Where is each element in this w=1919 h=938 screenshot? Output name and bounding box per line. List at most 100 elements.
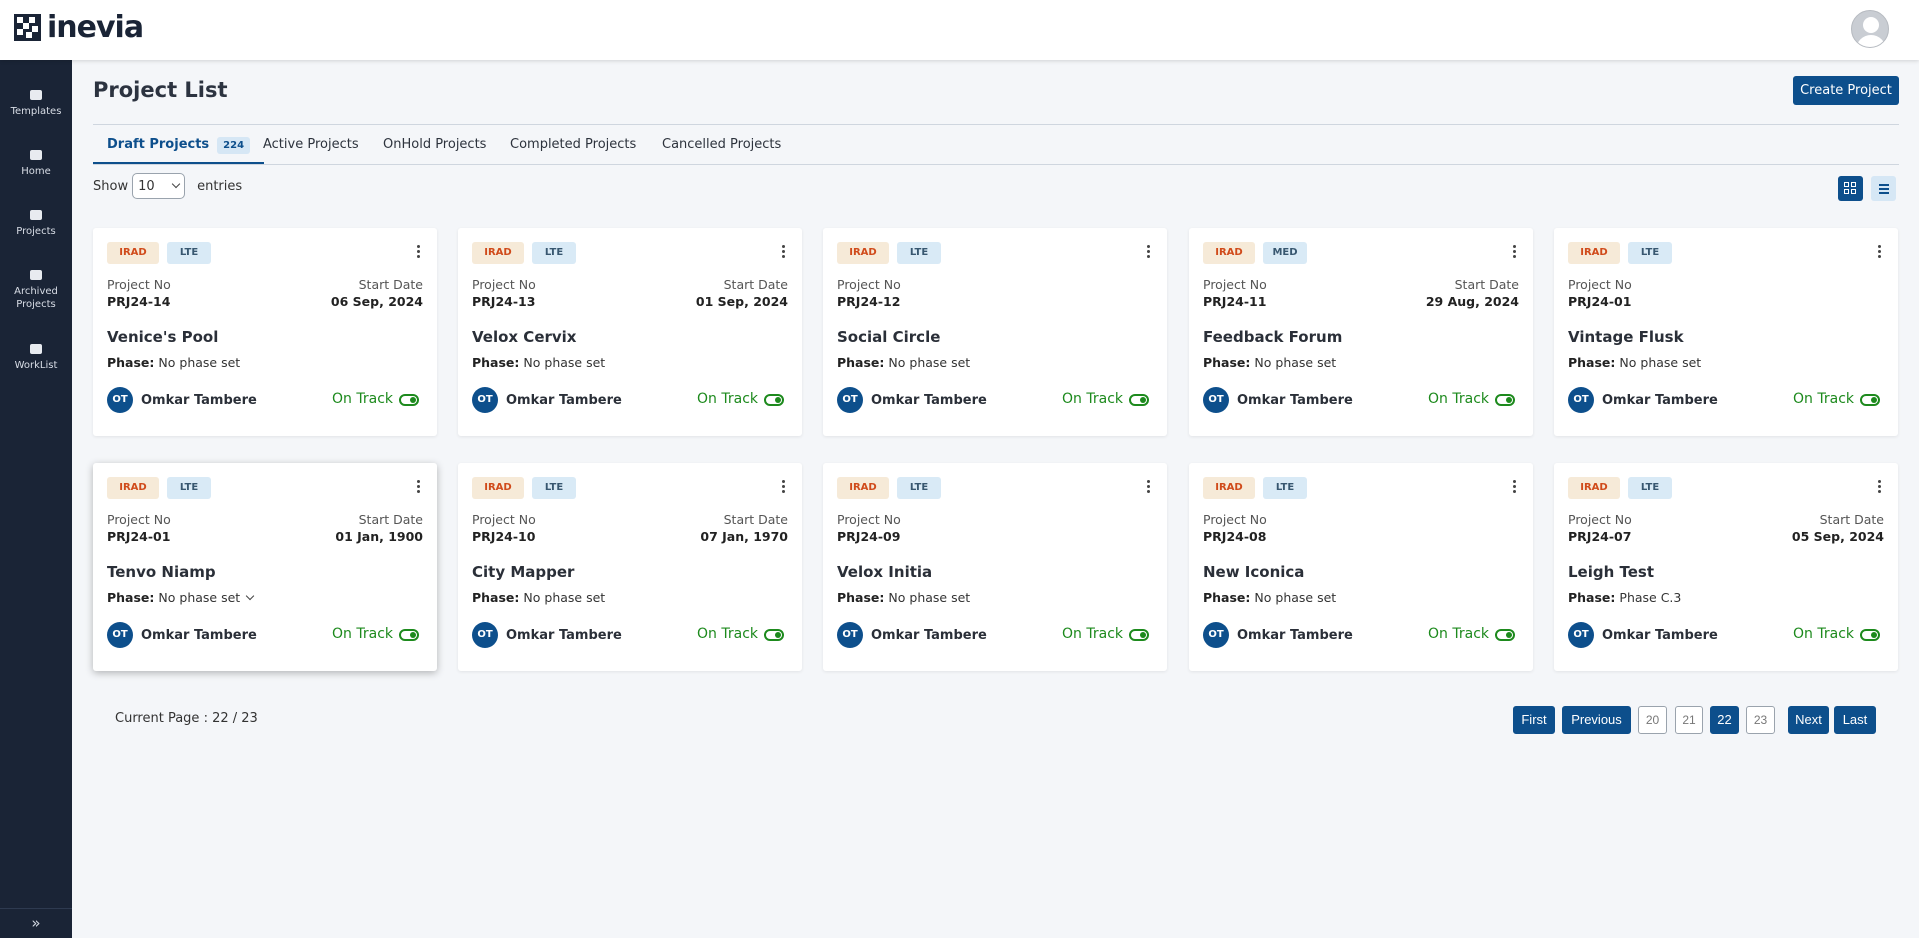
- project-no: PRJ24-14: [107, 294, 171, 309]
- project-card[interactable]: IRAD LTE Project No PRJ24-12 Social Circle Ph…: [823, 228, 1167, 436]
- type-tag: IRAD: [107, 242, 159, 264]
- more-options-icon[interactable]: [1146, 479, 1150, 495]
- brand-logo[interactable]: inevia: [14, 13, 144, 43]
- more-options-icon[interactable]: [1877, 244, 1881, 260]
- phase-label: Phase:: [1568, 590, 1616, 605]
- show-label: Show: [93, 178, 129, 194]
- project-card[interactable]: IRAD LTE Project No Start Date PRJ24-01 01 Ja…: [93, 463, 437, 671]
- project-no-label: Project No: [472, 277, 536, 292]
- project-name[interactable]: New Iconica: [1203, 563, 1304, 581]
- project-name[interactable]: Venice's Pool: [107, 328, 218, 346]
- worklist-icon: [30, 344, 42, 354]
- tab-draft-projects[interactable]: Draft Projects 224: [93, 125, 265, 164]
- status-toggle[interactable]: [399, 394, 419, 406]
- owner-avatar: OT: [837, 622, 863, 648]
- owner-avatar: OT: [837, 387, 863, 413]
- more-options-icon[interactable]: [416, 244, 420, 260]
- entries-select[interactable]: 10: [132, 173, 186, 199]
- project-card[interactable]: IRAD LTE Project No Start Date PRJ24-14 06 Se…: [93, 228, 437, 436]
- project-phase: Phase: Phase C.3: [1568, 590, 1681, 605]
- toggle-knob-icon: [410, 397, 416, 403]
- owner-avatar: OT: [107, 622, 133, 648]
- status-toggle[interactable]: [1495, 629, 1515, 641]
- status-toggle[interactable]: [764, 394, 784, 406]
- templates-icon: [30, 90, 42, 100]
- project-card[interactable]: IRAD LTE Project No Start Date PRJ24-10 07 Ja…: [458, 463, 802, 671]
- sidebar-item-label: WorkList: [14, 360, 58, 371]
- more-options-icon[interactable]: [1146, 244, 1150, 260]
- phase-value: No phase set: [888, 355, 971, 370]
- project-card[interactable]: IRAD LTE Project No PRJ24-08 New Iconica Phas…: [1189, 463, 1533, 671]
- page-button-21[interactable]: 21: [1675, 706, 1703, 734]
- project-name[interactable]: Tenvo Niamp: [107, 563, 216, 581]
- project-card[interactable]: IRAD LTE Project No Start Date PRJ24-13 01 Se…: [458, 228, 802, 436]
- project-card[interactable]: IRAD MED Project No Start Date PRJ24-11 29 Au…: [1189, 228, 1533, 436]
- page-button-20[interactable]: 20: [1638, 706, 1667, 734]
- project-phase[interactable]: Phase: No phase set: [107, 590, 255, 605]
- project-phase: Phase: No phase set: [1568, 355, 1701, 370]
- tab-onhold-projects[interactable]: OnHold Projects: [383, 125, 486, 164]
- project-name[interactable]: Leigh Test: [1568, 563, 1654, 581]
- next-page-button[interactable]: Next: [1788, 706, 1829, 734]
- project-name[interactable]: City Mapper: [472, 563, 574, 581]
- status-toggle[interactable]: [764, 629, 784, 641]
- status-toggle[interactable]: [1495, 394, 1515, 406]
- project-name[interactable]: Feedback Forum: [1203, 328, 1342, 346]
- project-card[interactable]: IRAD LTE Project No Start Date PRJ24-07 05 Se…: [1554, 463, 1898, 671]
- project-name[interactable]: Velox Initia: [837, 563, 932, 581]
- sidebar-item-home[interactable]: Home: [0, 150, 72, 178]
- category-tag: LTE: [897, 242, 941, 264]
- category-tag: LTE: [532, 477, 576, 499]
- tab-completed-projects[interactable]: Completed Projects: [510, 125, 636, 164]
- tab-cancelled-projects[interactable]: Cancelled Projects: [662, 125, 781, 164]
- project-card[interactable]: IRAD LTE Project No PRJ24-09 Velox Initia Pha…: [823, 463, 1167, 671]
- tab-active-projects[interactable]: Active Projects: [263, 125, 359, 164]
- more-options-icon[interactable]: [1512, 479, 1516, 495]
- project-phase: Phase: No phase set: [1203, 590, 1336, 605]
- more-options-icon[interactable]: [781, 244, 785, 260]
- create-project-button[interactable]: Create Project: [1793, 76, 1899, 105]
- page-button-23[interactable]: 23: [1746, 706, 1775, 734]
- start-date-label: Start Date: [358, 277, 423, 292]
- list-view-button[interactable]: [1871, 176, 1896, 201]
- more-options-icon[interactable]: [416, 479, 420, 495]
- chevron-down-icon: [171, 179, 181, 189]
- sidebar-item-worklist[interactable]: WorkList: [0, 344, 72, 372]
- more-options-icon[interactable]: [1877, 479, 1881, 495]
- project-card[interactable]: IRAD LTE Project No PRJ24-01 Vintage Flusk Ph…: [1554, 228, 1898, 436]
- start-date: 07 Jan, 1970: [700, 529, 788, 544]
- project-no: PRJ24-10: [472, 529, 536, 544]
- phase-value: No phase set: [158, 590, 241, 605]
- more-options-icon[interactable]: [781, 479, 785, 495]
- status-toggle[interactable]: [1860, 629, 1880, 641]
- more-options-icon[interactable]: [1512, 244, 1516, 260]
- sidebar-item-archived-projects[interactable]: Archived Projects: [0, 270, 72, 311]
- project-name[interactable]: Vintage Flusk: [1568, 328, 1684, 346]
- project-name[interactable]: Social Circle: [837, 328, 940, 346]
- sidebar-item-label: Templates: [10, 106, 62, 117]
- status-toggle[interactable]: [1129, 629, 1149, 641]
- phase-label: Phase:: [472, 590, 520, 605]
- phase-label: Phase:: [107, 355, 155, 370]
- grid-view-button[interactable]: [1838, 176, 1863, 201]
- first-page-button[interactable]: First: [1513, 706, 1555, 734]
- phase-value: No phase set: [1254, 590, 1337, 605]
- status-toggle[interactable]: [399, 629, 419, 641]
- toggle-knob-icon: [775, 397, 781, 403]
- user-avatar[interactable]: [1851, 10, 1889, 48]
- type-tag: IRAD: [1568, 477, 1620, 499]
- sidebar-item-templates[interactable]: Templates: [0, 90, 72, 118]
- status-toggle[interactable]: [1129, 394, 1149, 406]
- project-phase: Phase: No phase set: [472, 355, 605, 370]
- sidebar-expand-button[interactable]: »: [0, 908, 72, 938]
- last-page-button[interactable]: Last: [1834, 706, 1876, 734]
- double-chevron-right-icon: »: [31, 914, 41, 932]
- phase-value: No phase set: [158, 355, 241, 370]
- page-button-22[interactable]: 22: [1710, 706, 1739, 734]
- sidebar-item-projects[interactable]: Projects: [0, 210, 72, 238]
- type-tag: IRAD: [1568, 242, 1620, 264]
- status-toggle[interactable]: [1860, 394, 1880, 406]
- previous-page-button[interactable]: Previous: [1562, 706, 1631, 734]
- status-label: On Track: [1793, 391, 1854, 407]
- project-name[interactable]: Velox Cervix: [472, 328, 576, 346]
